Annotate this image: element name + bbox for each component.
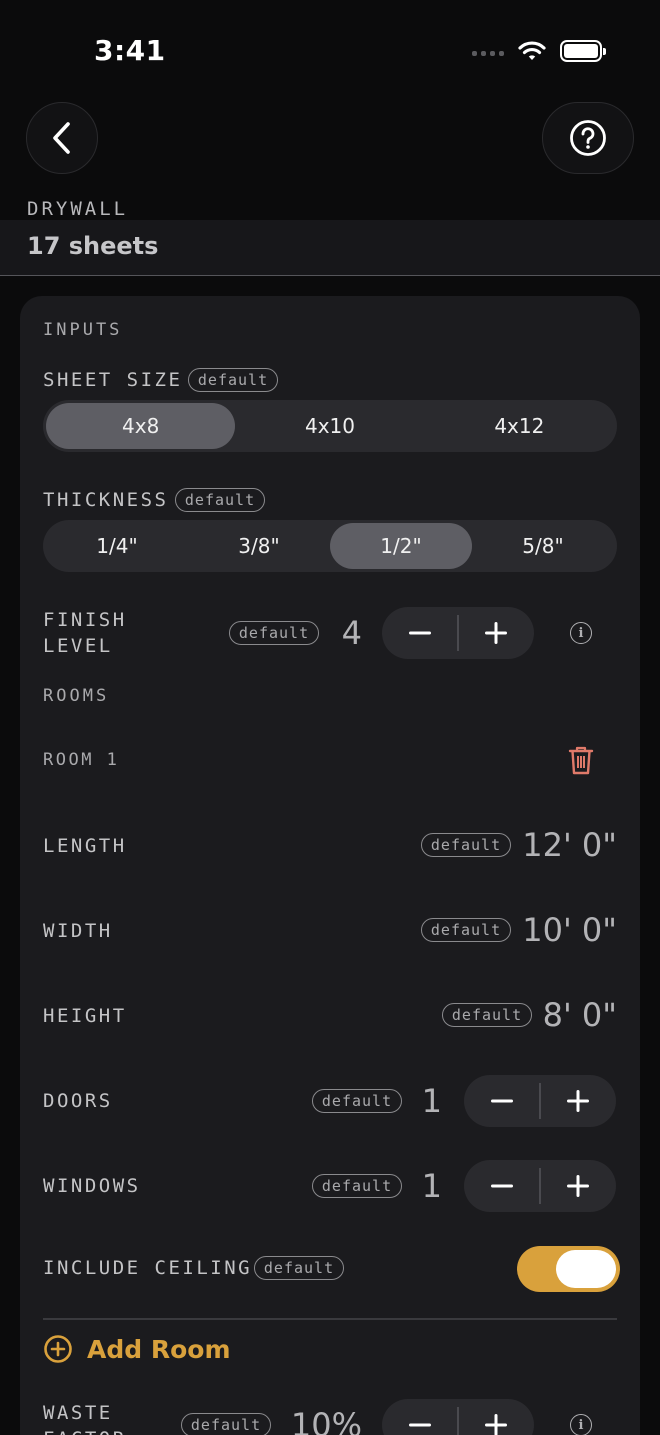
- room-1-title: ROOM 1: [43, 750, 120, 770]
- inputs-section-label: INPUTS: [43, 320, 123, 340]
- sheet-size-default-badge: default: [188, 368, 278, 392]
- status-icons: [472, 40, 606, 62]
- thickness-default-badge: default: [175, 488, 265, 512]
- waste-factor-info-icon[interactable]: i: [570, 1414, 592, 1435]
- minus-icon: [408, 1423, 431, 1427]
- finish-level-info-icon[interactable]: i: [570, 622, 592, 644]
- thickness-option-1-2[interactable]: 1/2": [330, 523, 472, 569]
- result-text: 17 sheets: [27, 232, 159, 260]
- thickness-segmented-control: 1/4" 3/8" 1/2" 5/8": [43, 520, 617, 572]
- thickness-option-5-8[interactable]: 5/8": [472, 523, 614, 569]
- height-default-badge: default: [442, 1003, 532, 1027]
- waste-factor-value: 10%: [290, 1406, 362, 1435]
- finish-level-label: FINISH LEVEL: [43, 607, 127, 659]
- finish-level-decrement-button[interactable]: [382, 607, 457, 659]
- battery-icon: [560, 40, 606, 62]
- toggle-knob: [556, 1250, 616, 1288]
- waste-factor-increment-button[interactable]: [459, 1399, 534, 1435]
- doors-decrement-button[interactable]: [464, 1075, 539, 1127]
- trash-icon[interactable]: [568, 745, 594, 775]
- doors-default-badge: default: [312, 1089, 402, 1113]
- app-label: DRYWALL: [27, 198, 129, 220]
- height-value[interactable]: 8' 0": [540, 996, 617, 1034]
- waste-factor-stepper: [382, 1399, 534, 1435]
- finish-level-increment-button[interactable]: [459, 607, 534, 659]
- waste-factor-label-line1: WASTE: [43, 1402, 113, 1424]
- height-label: HEIGHT: [43, 1005, 127, 1027]
- waste-factor-label-line2: FACTOR: [43, 1426, 127, 1435]
- doors-label: DOORS: [43, 1090, 113, 1112]
- finish-level-label-line2: LEVEL: [43, 635, 113, 657]
- sheet-size-option-4x8[interactable]: 4x8: [46, 403, 236, 449]
- length-label: LENGTH: [43, 835, 127, 857]
- plus-icon: [485, 622, 508, 644]
- plus-icon: [567, 1090, 590, 1112]
- include-ceiling-toggle[interactable]: [517, 1246, 620, 1292]
- question-circle-icon: [570, 120, 606, 156]
- minus-icon: [408, 631, 431, 635]
- add-room-button[interactable]: Add Room: [43, 1334, 231, 1364]
- width-label: WIDTH: [43, 920, 113, 942]
- plus-icon: [567, 1175, 590, 1197]
- minus-icon: [490, 1184, 513, 1188]
- sheet-size-segmented-control: 4x8 4x10 4x12: [43, 400, 617, 452]
- windows-increment-button[interactable]: [541, 1160, 616, 1212]
- thickness-option-1-4[interactable]: 1/4": [46, 523, 188, 569]
- chevron-left-icon: [53, 122, 70, 154]
- length-default-badge: default: [421, 833, 511, 857]
- finish-level-label-line1: FINISH: [43, 609, 127, 631]
- width-default-badge: default: [421, 918, 511, 942]
- waste-factor-decrement-button[interactable]: [382, 1399, 457, 1435]
- result-bar: 17 sheets: [0, 220, 660, 276]
- finish-level-stepper: [382, 607, 534, 659]
- back-button[interactable]: [26, 102, 98, 174]
- add-room-label: Add Room: [87, 1334, 231, 1364]
- cellular-signal-icon: [472, 46, 504, 56]
- waste-factor-default-badge: default: [181, 1413, 271, 1435]
- doors-stepper: [464, 1075, 616, 1127]
- windows-stepper: [464, 1160, 616, 1212]
- include-ceiling-label: INCLUDE CEILING: [43, 1257, 253, 1279]
- finish-level-default-badge: default: [229, 621, 319, 645]
- waste-factor-label: WASTE FACTOR: [43, 1400, 127, 1435]
- sheet-size-label: SHEET SIZE: [43, 369, 183, 391]
- plus-circle-icon: [44, 1335, 72, 1363]
- thickness-option-3-8[interactable]: 3/8": [188, 523, 330, 569]
- minus-icon: [490, 1099, 513, 1103]
- doors-increment-button[interactable]: [541, 1075, 616, 1127]
- doors-value: 1: [421, 1082, 442, 1120]
- thickness-label: THICKNESS: [43, 489, 169, 511]
- length-value[interactable]: 12' 0": [520, 826, 617, 864]
- windows-default-badge: default: [312, 1174, 402, 1198]
- plus-icon: [485, 1414, 508, 1435]
- divider: [43, 1318, 617, 1320]
- finish-level-value: 4: [341, 614, 362, 652]
- windows-label: WINDOWS: [43, 1175, 141, 1197]
- width-value[interactable]: 10' 0": [520, 911, 617, 949]
- windows-value: 1: [421, 1167, 442, 1205]
- sheet-size-option-4x12[interactable]: 4x12: [425, 403, 614, 449]
- sheet-size-option-4x10[interactable]: 4x10: [235, 403, 424, 449]
- windows-decrement-button[interactable]: [464, 1160, 539, 1212]
- include-ceiling-default-badge: default: [254, 1256, 344, 1280]
- help-button[interactable]: [542, 102, 634, 174]
- wifi-icon: [518, 41, 546, 60]
- status-time: 3:41: [94, 34, 166, 67]
- rooms-section-label: ROOMS: [43, 686, 110, 706]
